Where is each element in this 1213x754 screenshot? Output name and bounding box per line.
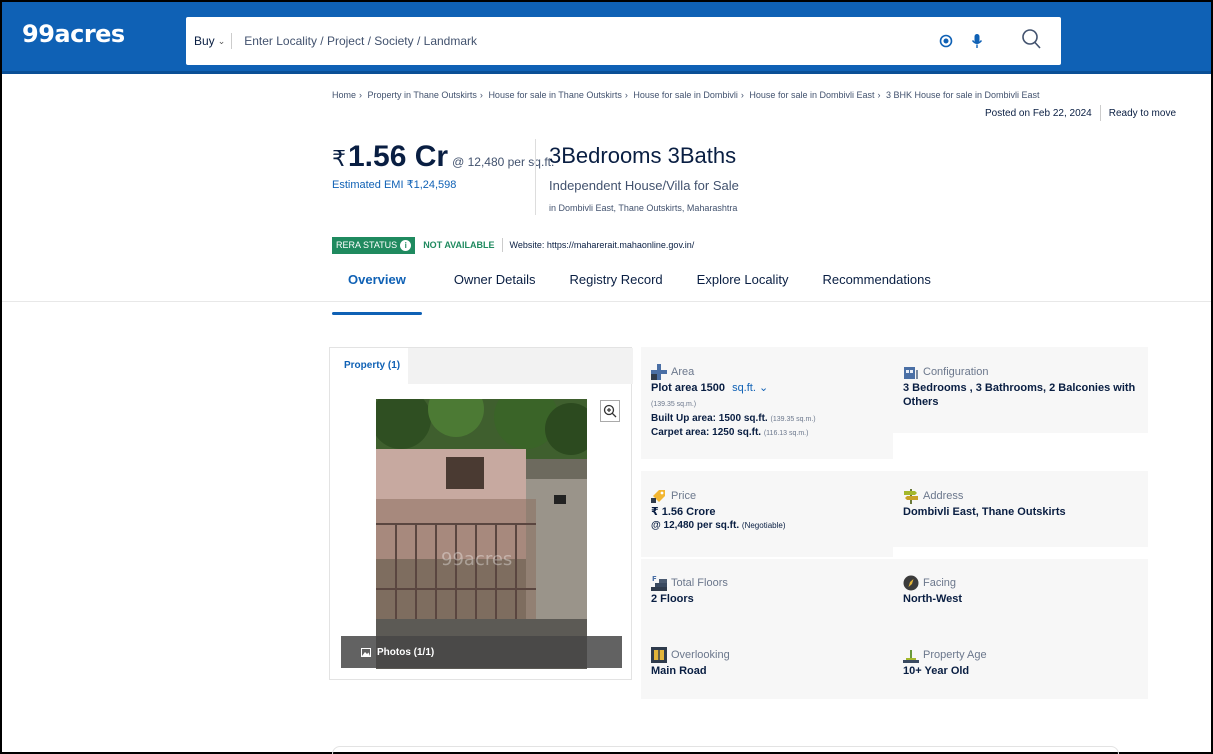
fact-area: Area Plot area 1500 sq.ft. ⌄ (139.35 sq.… — [641, 347, 893, 459]
negotiable-label: (Negotiable) — [741, 521, 786, 530]
overlooking-value: Main Road — [651, 665, 707, 677]
rera-status-row: RERA STATUS i NOT AVAILABLE Website: htt… — [332, 236, 694, 254]
rera-status-badge: RERA STATUS i — [332, 236, 416, 254]
possession-status: Ready to move — [1108, 107, 1177, 119]
tab-overview[interactable]: Overview — [332, 270, 422, 315]
svg-text:F: F — [652, 575, 657, 583]
fact-property-age: Property Age 10+ Year Old — [893, 629, 1148, 699]
search-bar: Buy ⌄ — [186, 17, 1061, 65]
fact-overlooking: Overlooking Main Road — [641, 629, 893, 699]
fact-label: Total Floors — [671, 577, 728, 589]
breadcrumb-item[interactable]: Property in Thane Outskirts — [368, 90, 477, 100]
next-section-card — [332, 746, 1119, 754]
price-tag-icon — [651, 490, 665, 503]
search-icon[interactable] — [1020, 27, 1044, 53]
zoom-in-icon[interactable] — [600, 400, 620, 422]
fact-address: Address Dombivli East, Thane Outskirts — [893, 471, 1148, 547]
photos-count-label: Photos (1/1) — [377, 646, 435, 658]
info-icon[interactable]: i — [400, 239, 412, 251]
breadcrumb-item: 3 BHK House for sale in Dombivli East — [886, 90, 1040, 100]
rera-label: RERA STATUS — [336, 240, 398, 250]
window-icon — [651, 647, 667, 663]
breadcrumb: Home › Property in Thane Outskirts › House… — [332, 90, 1040, 100]
area-icon — [651, 364, 667, 380]
floors-icon: F — [651, 575, 667, 591]
photos-count-button[interactable]: Photos (1/1) — [341, 636, 622, 668]
posted-date: Posted on Feb 22, 2024 — [985, 107, 1092, 119]
property-age-value: 10+ Year Old — [903, 665, 970, 677]
chevron-down-icon: ⌄ — [217, 35, 226, 46]
header-divider — [535, 139, 536, 215]
fact-total-floors: F Total Floors 2 Floors — [641, 559, 893, 629]
fact-label: Address — [923, 490, 964, 502]
tab-recommendations[interactable]: Recommendations — [806, 270, 946, 302]
facing-value: North-West — [903, 593, 963, 605]
fact-label: Price — [671, 490, 697, 502]
floors-value: 2 Floors — [651, 593, 694, 605]
breadcrumb-item[interactable]: Home — [332, 90, 356, 100]
fact-facing: Facing North-West — [893, 559, 1148, 629]
fact-label: Facing — [923, 577, 957, 589]
price-per-sqft-value: @ 12,480 per sq.ft. — [651, 520, 740, 531]
breadcrumb-item[interactable]: House for sale in Thane Outskirts — [488, 90, 621, 100]
compass-icon — [903, 575, 919, 591]
section-tabs: Overview Owner Details Registry Record E… — [332, 270, 947, 315]
top-header: 99acres Buy ⌄ — [2, 2, 1211, 74]
listing-title: 3Bedrooms 3Baths — [549, 143, 737, 168]
unit-selector[interactable]: sq.ft. ⌄ — [732, 382, 768, 394]
buy-dropdown[interactable]: Buy ⌄ — [186, 33, 233, 49]
tab-owner-details[interactable]: Owner Details — [438, 270, 552, 302]
microphone-icon[interactable] — [969, 33, 985, 49]
property-facts: Area Plot area 1500 sq.ft. ⌄ (139.35 sq.… — [641, 347, 1148, 699]
fact-label: Overlooking — [671, 649, 730, 661]
hourglass-icon — [903, 650, 919, 663]
breadcrumb-item[interactable]: House for sale in Dombivli East — [749, 90, 874, 100]
address-value: Dombivli East, Thane Outskirts — [903, 506, 1066, 518]
property-photo[interactable]: 99acres — [376, 399, 587, 669]
fact-price: Price ₹ 1.56 Crore @ 12,480 per sq.ft. (… — [641, 471, 893, 557]
configuration-value: 3 Bedrooms , 3 Bathrooms, 2 Balconies wi… — [903, 382, 1136, 408]
price-value: 1.56 Cr — [348, 140, 449, 173]
price-crore-value: ₹ 1.56 Crore — [651, 506, 716, 518]
estimated-emi-link[interactable]: Estimated EMI ₹1,24,598 — [332, 178, 456, 191]
fact-configuration: Configuration 3 Bedrooms , 3 Bathrooms, … — [893, 347, 1148, 433]
plot-area-sqm: (139.35 sq.m.) — [651, 401, 697, 408]
carpet-area: Carpet area: 1250 sq.ft. — [651, 427, 762, 438]
tabs-divider — [2, 301, 1211, 302]
tab-registry-record[interactable]: Registry Record — [553, 270, 678, 302]
posted-info: Posted on Feb 22, 2024 Ready to move — [985, 105, 1176, 121]
photo-card: Property (1) 99acres Photos (1/1) — [329, 347, 633, 680]
property-type: Independent House/Villa for Sale — [549, 178, 739, 193]
search-input[interactable] — [232, 34, 893, 48]
image-icon — [361, 647, 371, 657]
listing-price: ₹ 1.56 Cr @ 12,480 per sq.ft. — [332, 140, 554, 174]
site-logo[interactable]: 99acres — [22, 20, 125, 48]
fact-label: Configuration — [923, 366, 989, 378]
built-up-area: Built Up area: 1500 sq.ft. — [651, 413, 768, 424]
fact-label: Area — [671, 366, 695, 378]
rupee-symbol: ₹ — [332, 146, 346, 171]
configuration-icon — [904, 367, 918, 379]
photo-watermark: 99acres — [441, 549, 512, 570]
tab-explore-locality[interactable]: Explore Locality — [681, 270, 805, 302]
built-up-sqm: (139.35 sq.m.) — [770, 416, 816, 423]
buy-label: Buy — [194, 34, 215, 48]
fact-label: Property Age — [923, 649, 987, 661]
signpost-icon — [904, 489, 918, 504]
carpet-sqm: (116.13 sq.m.) — [763, 430, 809, 437]
location-icon[interactable] — [938, 33, 954, 49]
rera-website: Website: https://maharerait.mahaonline.g… — [509, 240, 695, 250]
tab-property-photos[interactable]: Property (1) — [330, 348, 408, 384]
plot-area-value: Plot area 1500 — [651, 382, 725, 394]
property-location: in Dombivli East, Thane Outskirts, Mahar… — [549, 203, 738, 213]
rera-availability: NOT AVAILABLE — [423, 240, 495, 250]
breadcrumb-item[interactable]: House for sale in Dombivli — [633, 90, 738, 100]
price-per-sqft: @ 12,480 per sq.ft. — [452, 155, 555, 169]
